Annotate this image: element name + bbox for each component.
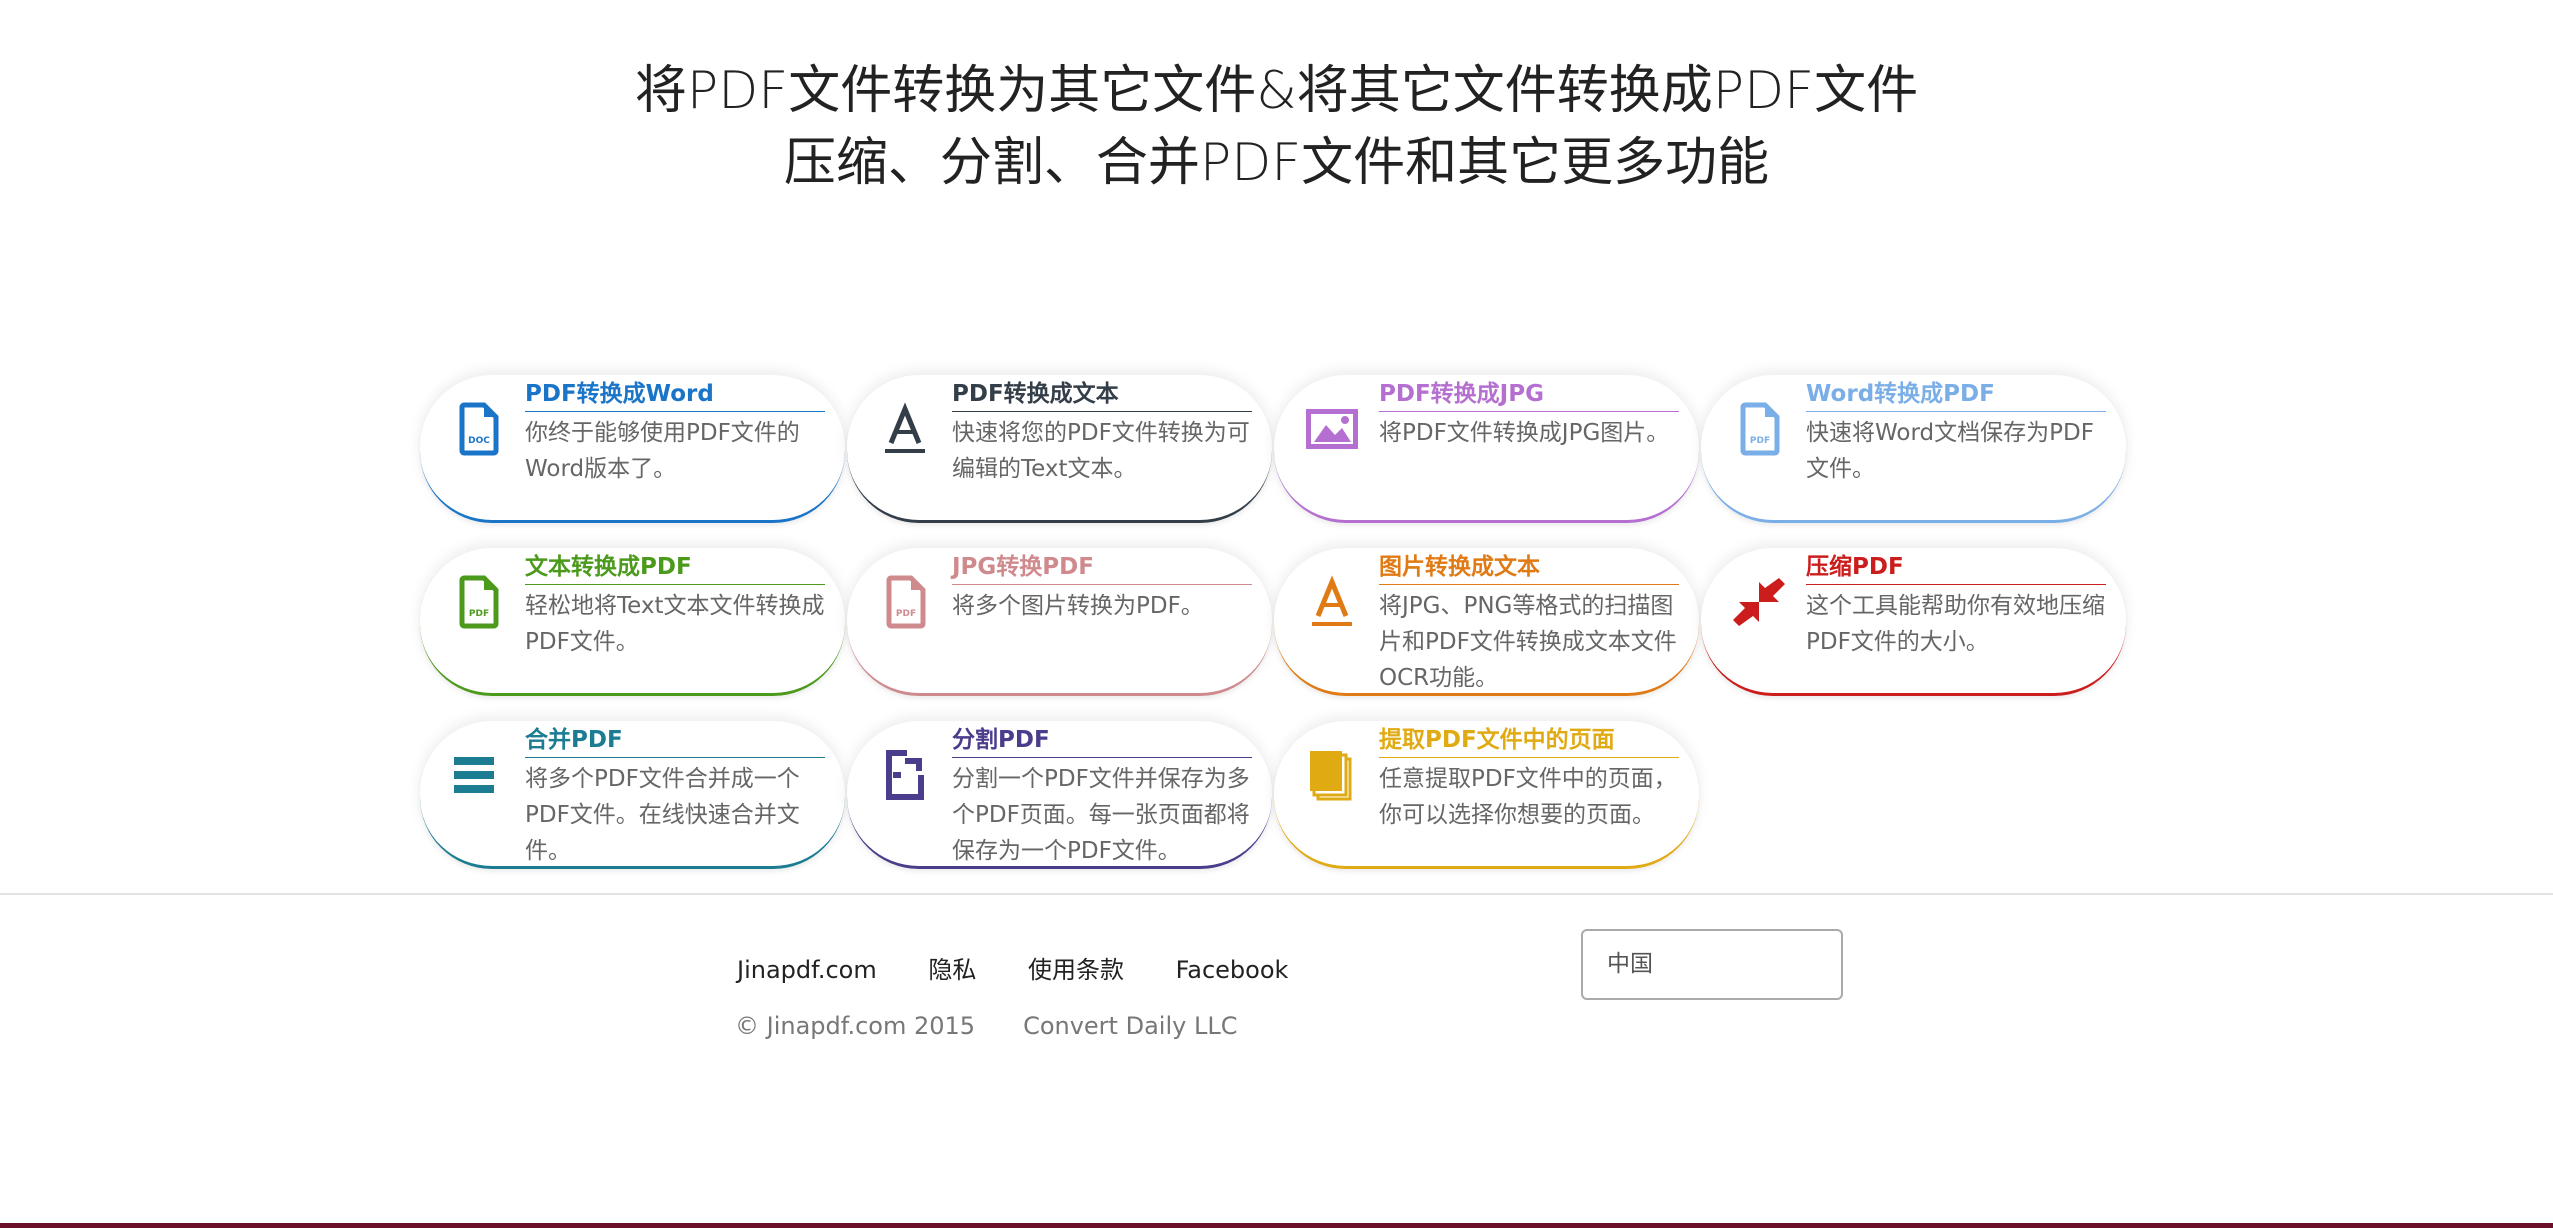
tool-description: 将JPG、PNG等格式的扫描图片和PDF文件转换成文本文件OCR功能。	[1379, 593, 1677, 691]
tool-description: 任意提取PDF文件中的页面，你可以选择你想要的页面。	[1379, 766, 1677, 828]
country-select[interactable]: 中国	[1581, 929, 1843, 1000]
tool-description: 将多个图片转换为PDF。	[952, 593, 1204, 619]
tool-title[interactable]: 合并PDF	[525, 725, 825, 758]
tool-card[interactable]: 分割PDF 分割一个PDF文件并保存为多个PDF页面。每一张页面都将保存为一个PD…	[847, 721, 1272, 869]
tool-title[interactable]: PDF转换成Word	[525, 379, 825, 412]
tool-description: 将多个PDF文件合并成一个PDF文件。在线快速合并文件。	[525, 766, 800, 864]
footer-link-home[interactable]: Jinapdf.com	[737, 956, 877, 984]
tool-description: 你终于能够使用PDF文件的Word版本了。	[525, 420, 800, 482]
image-icon	[1302, 399, 1362, 459]
tool-card[interactable]: PDF Word转换成PDF 快速将Word文档保存为PDF文件。	[1701, 375, 2126, 523]
footer-links: Jinapdf.com 隐私 使用条款 Facebook	[737, 950, 1332, 985]
tool-description: 这个工具能帮助你有效地压缩PDF文件的大小。	[1806, 593, 2105, 655]
pdf-file-icon: PDF	[448, 572, 508, 632]
hero-line-2: 压缩、分割、合并PDF文件和其它更多功能	[783, 133, 1770, 193]
svg-text:PDF: PDF	[469, 609, 489, 619]
tool-card[interactable]: 提取PDF文件中的页面任意提取PDF文件中的页面，你可以选择你想要的页面。	[1274, 721, 1699, 869]
tool-title[interactable]: Word转换成PDF	[1806, 379, 2106, 412]
tool-title[interactable]: 文本转换成PDF	[525, 552, 825, 585]
tool-title[interactable]: PDF转换成文本	[952, 379, 1252, 412]
tool-title[interactable]: 图片转换成文本	[1379, 552, 1679, 585]
tool-card[interactable]: 图片转换成文本将JPG、PNG等格式的扫描图片和PDF文件转换成文本文件OCR功…	[1274, 548, 1699, 696]
pdf-file-icon: PDF	[1729, 399, 1789, 459]
hero-line-1: 将PDF文件转换为其它文件&将其它文件转换成PDF文件	[634, 61, 1919, 121]
tool-title[interactable]: JPG转换PDF	[952, 552, 1252, 585]
tool-card[interactable]: PDF 文本转换成PDF 轻松地将Text文本文件转换成PDF文件。	[420, 548, 845, 696]
copyright-text: © Jinapdf.com 2015	[735, 1012, 976, 1040]
footer-link-terms[interactable]: 使用条款	[1028, 956, 1124, 984]
pdf-file-icon: PDF	[875, 572, 935, 632]
footer-link-privacy[interactable]: 隐私	[928, 956, 976, 984]
tool-description: 将PDF文件转换成JPG图片。	[1379, 420, 1670, 446]
tool-title[interactable]: 提取PDF文件中的页面	[1379, 725, 1679, 758]
svg-text:DOC: DOC	[468, 436, 490, 446]
tool-card[interactable]: PDF JPG转换PDF 将多个图片转换为PDF。	[847, 548, 1272, 696]
doc-file-icon: DOC	[448, 399, 508, 459]
tool-description: 快速将您的PDF文件转换为可编辑的Text文本。	[952, 420, 1250, 482]
footer-link-facebook[interactable]: Facebook	[1176, 956, 1289, 984]
extract-pages-icon	[1302, 745, 1362, 805]
svg-text:PDF: PDF	[1750, 436, 1770, 446]
company-name: Convert Daily LLC	[1023, 1012, 1238, 1040]
tool-card[interactable]: PDF转换成文本快速将您的PDF文件转换为可编辑的Text文本。	[847, 375, 1272, 523]
tool-description: 轻松地将Text文本文件转换成PDF文件。	[525, 593, 825, 655]
tool-description: 分割一个PDF文件并保存为多个PDF页面。每一张页面都将保存为一个PDF文件。	[952, 766, 1250, 864]
merge-lines-icon	[448, 745, 508, 805]
tool-card[interactable]: 合并PDF 将多个PDF文件合并成一个PDF文件。在线快速合并文件。	[420, 721, 845, 869]
letter-a-icon	[875, 399, 935, 459]
hero-heading: 将PDF文件转换为其它文件&将其它文件转换成PDF文件 压缩、分割、合并PDF文…	[0, 55, 2553, 199]
tool-card[interactable]: DOC PDF转换成Word 你终于能够使用PDF文件的Word版本了。	[420, 375, 845, 523]
svg-text:PDF: PDF	[896, 609, 916, 619]
compress-arrows-icon	[1729, 572, 1789, 632]
tool-card[interactable]: PDF转换成JPG 将PDF文件转换成JPG图片。	[1274, 375, 1699, 523]
tool-card[interactable]: 压缩PDF 这个工具能帮助你有效地压缩PDF文件的大小。	[1701, 548, 2126, 696]
split-file-icon	[875, 745, 935, 805]
copyright-line: © Jinapdf.com 2015 Convert Daily LLC	[735, 1012, 1285, 1040]
tool-title[interactable]: 压缩PDF	[1806, 552, 2106, 585]
tool-description: 快速将Word文档保存为PDF文件。	[1806, 420, 2094, 482]
footer-divider	[0, 893, 2553, 895]
tool-title[interactable]: PDF转换成JPG	[1379, 379, 1679, 412]
bottom-accent-bar	[0, 1223, 2553, 1228]
letter-a-icon	[1302, 572, 1362, 632]
tool-title[interactable]: 分割PDF	[952, 725, 1252, 758]
